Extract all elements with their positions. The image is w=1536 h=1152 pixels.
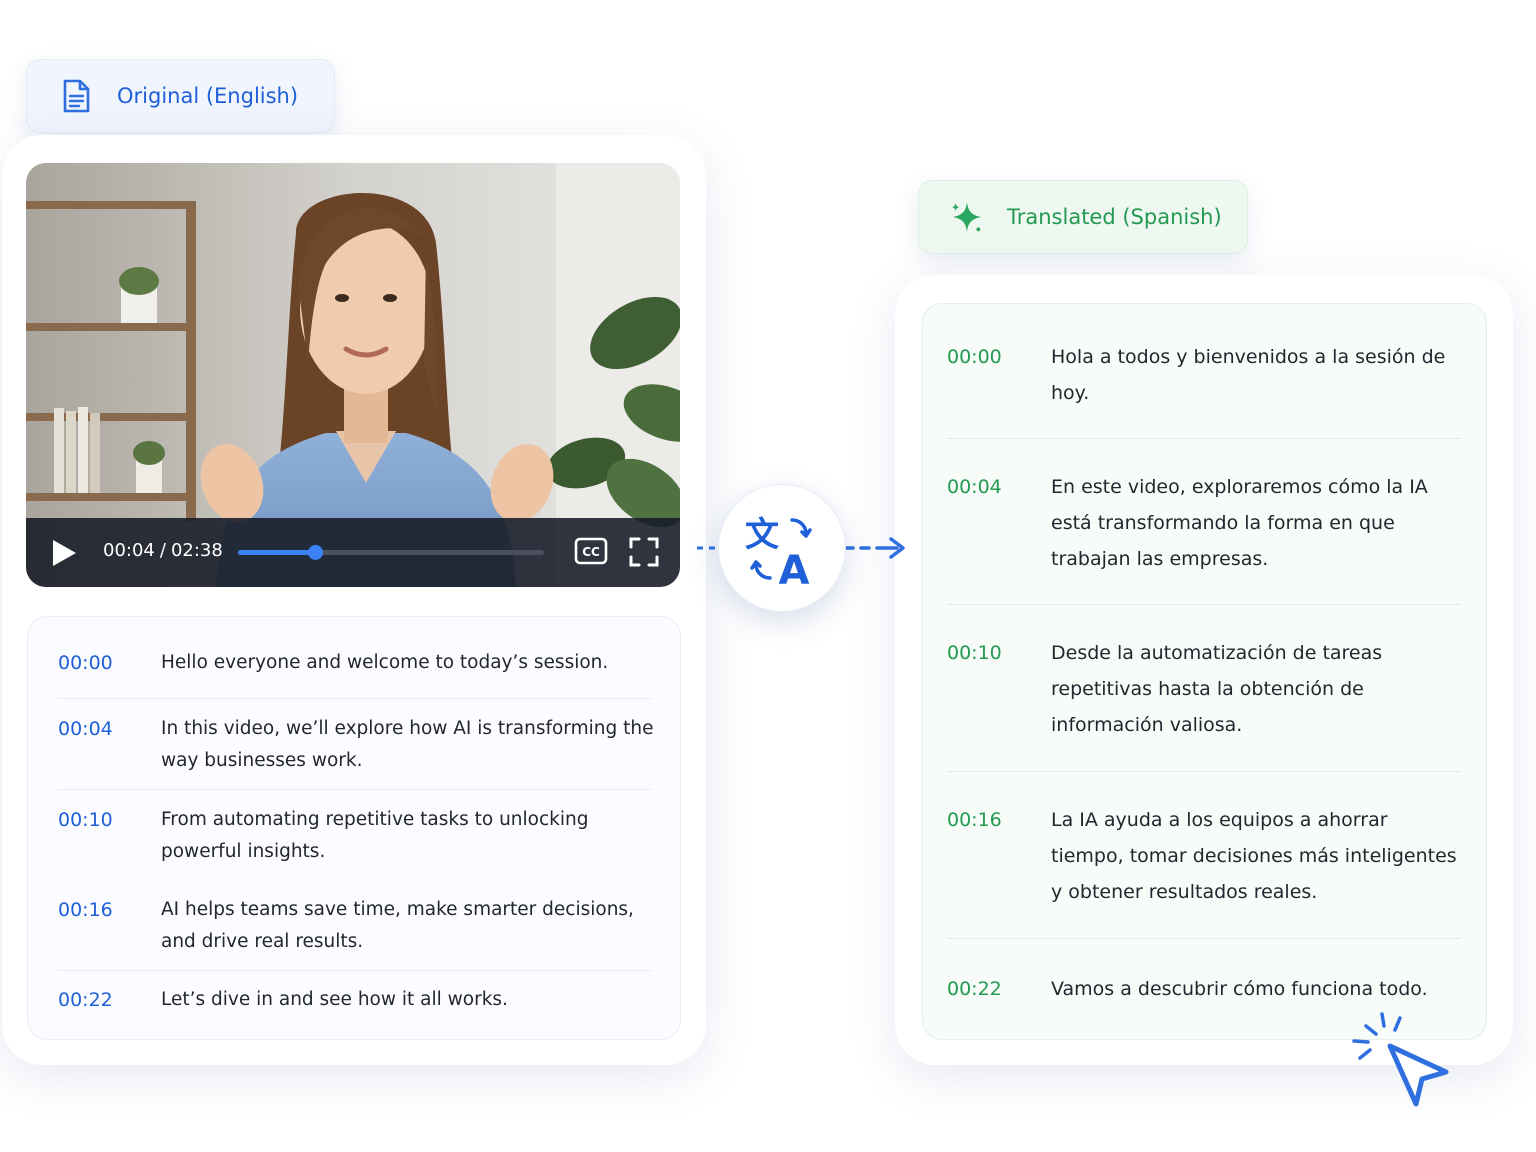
progress-handle[interactable] xyxy=(307,545,323,560)
translate-target-glyph: A xyxy=(779,548,810,588)
translate-source-glyph: 文 xyxy=(745,515,779,555)
progress-bar[interactable] xyxy=(238,545,544,560)
timestamp[interactable]: 00:22 xyxy=(947,971,1002,1007)
row-divider xyxy=(58,789,651,790)
timestamp[interactable]: 00:04 xyxy=(947,469,1002,505)
timestamp[interactable]: 00:04 xyxy=(58,713,113,745)
row-divider xyxy=(947,438,1461,439)
translated-language-badge: Translated (Spanish) xyxy=(918,180,1248,254)
row-divider xyxy=(58,698,651,699)
caption-text: Let’s dive in and see how it all works. xyxy=(161,989,508,1010)
row-divider xyxy=(947,938,1461,939)
timestamp[interactable]: 00:00 xyxy=(58,647,113,679)
original-transcript: 00:00 Hello everyone and welcome to toda… xyxy=(27,616,681,1040)
translated-transcript: 00:00 Hola a todos y bienvenidos a la se… xyxy=(922,303,1487,1040)
translated-language-label: Translated (Spanish) xyxy=(1007,205,1222,229)
caption-text: From automating repetitive tasks to unlo… xyxy=(161,809,589,862)
fullscreen-icon[interactable] xyxy=(629,537,659,567)
row-divider xyxy=(947,604,1461,605)
caption-text: Vamos a descubrir cómo funciona todo. xyxy=(1051,978,1428,1000)
original-language-badge: Original (English) xyxy=(26,59,335,133)
translate-icon: 文 A xyxy=(745,515,812,588)
time-separator: / xyxy=(159,540,166,561)
caption-text: La IA ayuda a los equipos a ahorrar tiem… xyxy=(1051,809,1457,903)
caption-text: AI helps teams save time, make smarter d… xyxy=(161,899,634,952)
timestamp[interactable]: 00:16 xyxy=(58,894,113,926)
original-language-label: Original (English) xyxy=(117,84,299,108)
play-icon[interactable] xyxy=(50,539,80,567)
timestamp[interactable]: 00:10 xyxy=(58,804,113,836)
caption-text: Desde la automatización de tareas repeti… xyxy=(1051,642,1383,736)
timestamp[interactable]: 00:16 xyxy=(947,802,1002,838)
video-controls-bar: 00:04/02:38 CC xyxy=(26,518,680,587)
row-divider xyxy=(58,970,651,971)
cursor-click-icon xyxy=(1352,1012,1449,1107)
timestamp[interactable]: 00:22 xyxy=(58,984,113,1016)
closed-captions-icon[interactable]: CC xyxy=(574,537,608,565)
caption-text: Hello everyone and welcome to today’s se… xyxy=(161,652,609,673)
current-time: 00:04 xyxy=(103,540,155,561)
caption-text: Hola a todos y bienvenidos a la sesión d… xyxy=(1051,346,1446,404)
connector-arrow-right xyxy=(843,537,905,559)
stage: Original (English) Translated (Spanish) xyxy=(0,0,1536,1152)
caption-text: In this video, we’ll explore how AI is t… xyxy=(161,718,654,771)
cc-label: CC xyxy=(582,545,600,559)
progress-fill xyxy=(238,550,315,555)
timestamp[interactable]: 00:00 xyxy=(947,339,1002,375)
translate-button[interactable]: 文 A xyxy=(718,484,846,612)
row-divider xyxy=(947,771,1461,772)
caption-text: En este video, exploraremos cómo la IA e… xyxy=(1051,476,1428,570)
sparkle-icon xyxy=(949,199,985,235)
timestamp[interactable]: 00:10 xyxy=(947,635,1002,671)
playback-time: 00:04/02:38 xyxy=(103,540,223,561)
video-player[interactable]: 00:04/02:38 CC xyxy=(26,163,680,587)
document-icon xyxy=(61,78,91,114)
duration: 02:38 xyxy=(170,540,223,561)
